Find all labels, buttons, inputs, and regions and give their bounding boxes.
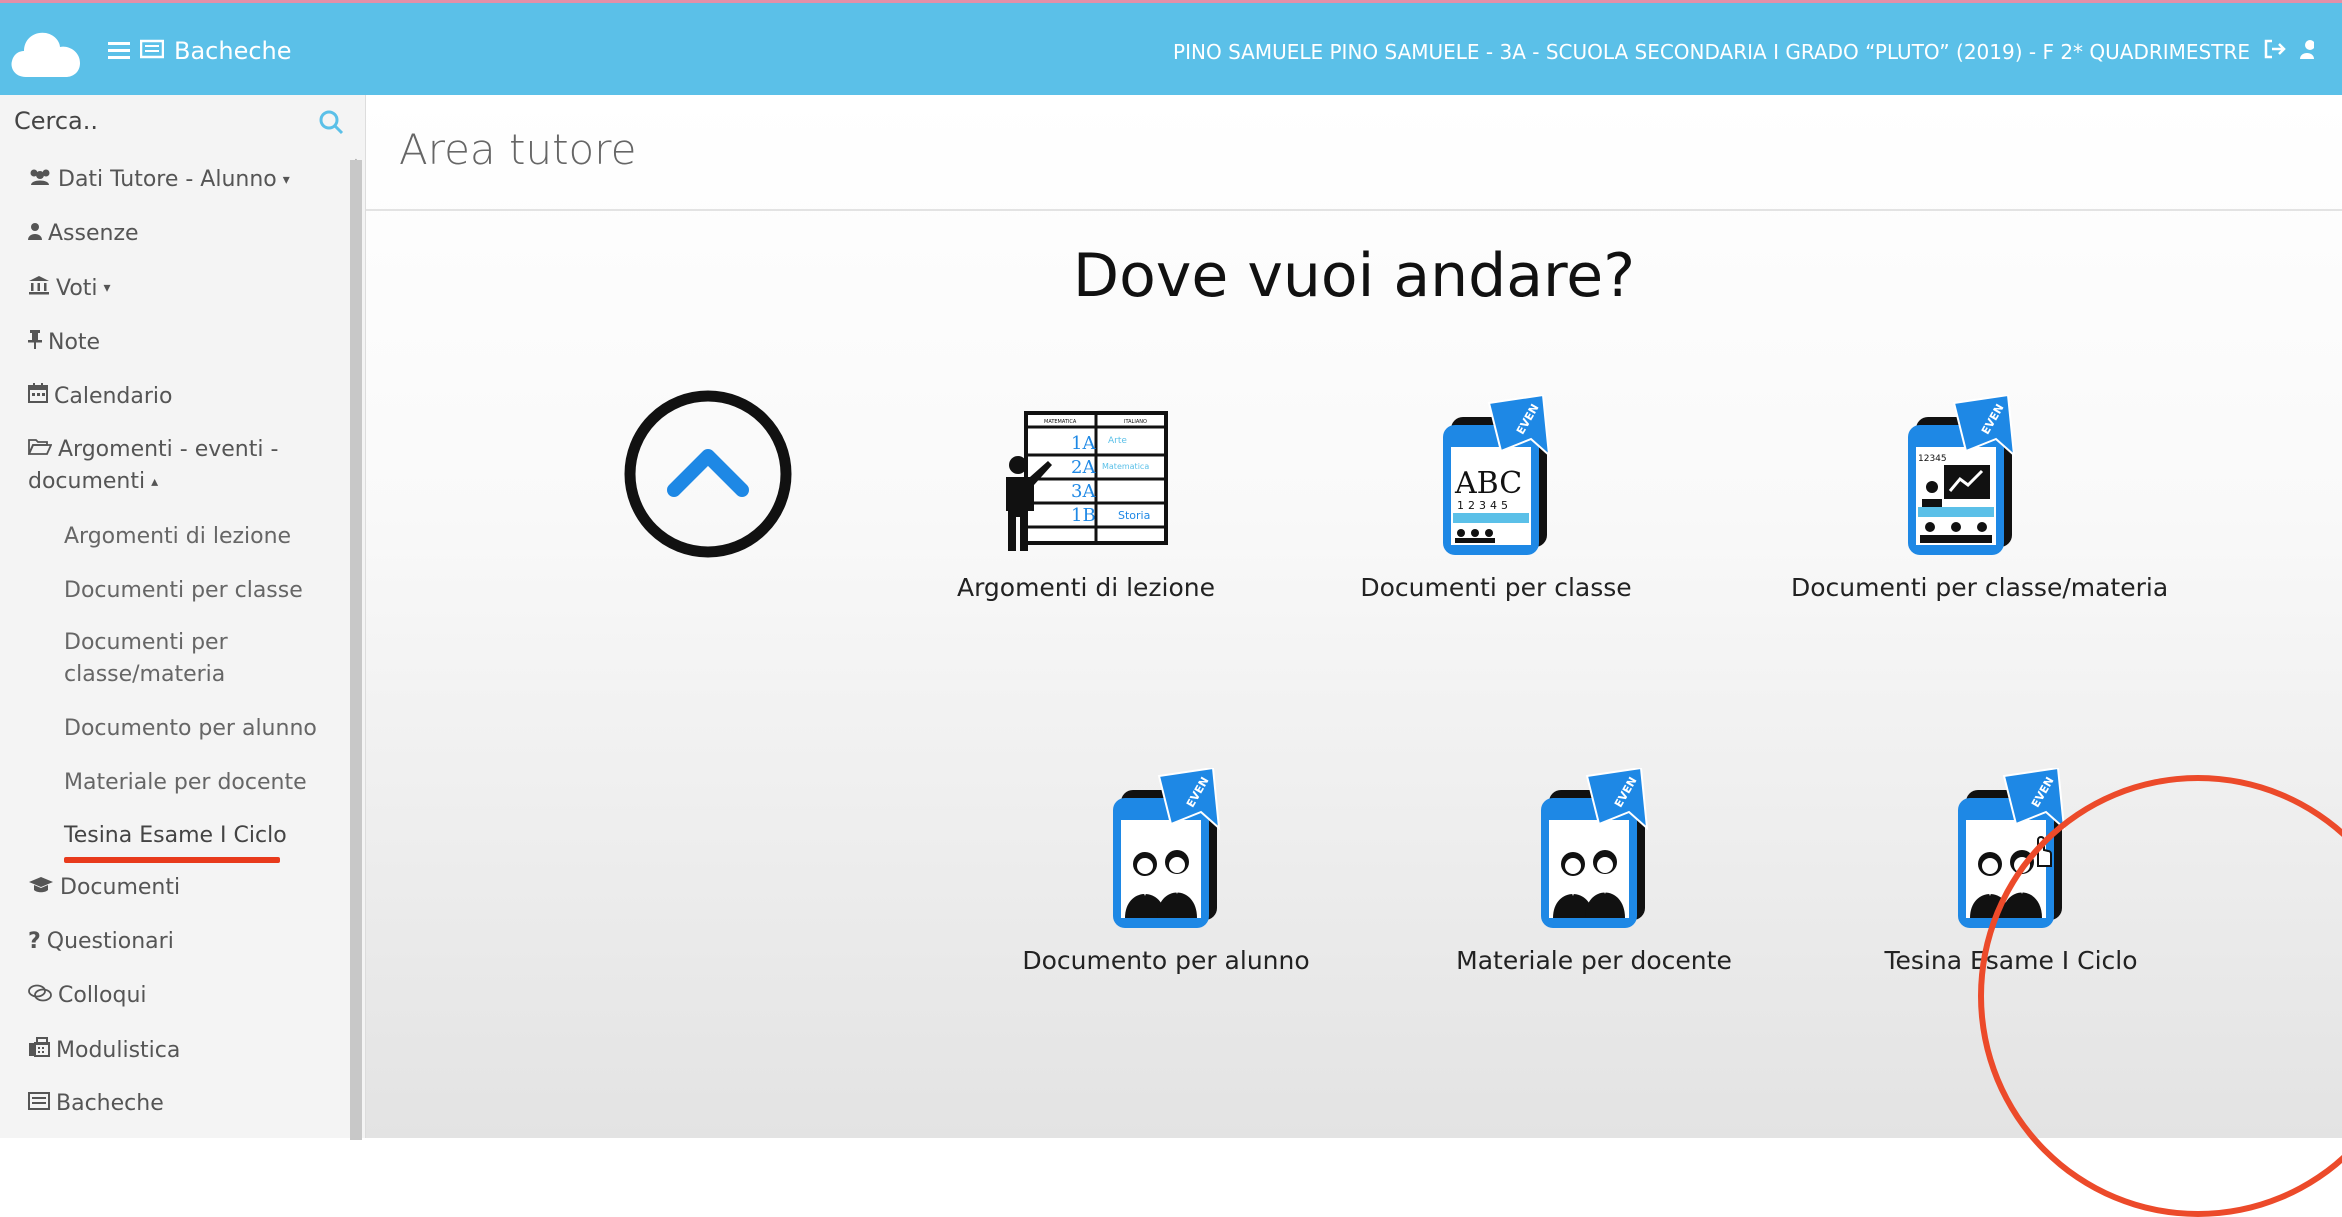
sidebar-item-label: Dati Tutore - Alunno: [58, 167, 277, 192]
sidebar-subitem-documenti-per-classe-materia[interactable]: Documenti per classe/materia: [64, 627, 228, 691]
sidebar-subitem-label: Documenti per: [64, 630, 228, 655]
user-icon: [28, 221, 42, 246]
graduation-cap-icon: [28, 875, 54, 900]
tile-documenti-per-classe[interactable]: EVEN ABC 12345 Documenti per classe: [1326, 393, 1666, 602]
sidebar-item-argomenti-eventi[interactable]: Argomenti - eventi -: [27, 437, 279, 462]
sidebar-item-documenti[interactable]: Documenti: [28, 875, 180, 900]
sidebar-item-label: Questionari: [46, 929, 174, 954]
board-icon: [28, 1091, 50, 1116]
bacheche-menu-button[interactable]: Bacheche: [108, 37, 292, 65]
sidebar-item-label: Bacheche: [56, 1091, 164, 1116]
user-icon[interactable]: [2300, 39, 2315, 64]
sidebar-item-label: Colloqui: [58, 983, 147, 1008]
tile-label: Documento per alunno: [1022, 946, 1310, 975]
users-icon: [28, 167, 52, 192]
sidebar-item-argomenti-eventi-line2[interactable]: documenti ▴: [28, 469, 158, 494]
logout-icon[interactable]: [2264, 39, 2286, 64]
page-title: Area tutore: [399, 125, 637, 174]
tile-argomenti-di-lezione[interactable]: MATEMATICA ITALIANO 1A 2A 3A 1B Arte Mat…: [916, 405, 1256, 602]
sidebar-item-bacheche[interactable]: Bacheche: [28, 1091, 164, 1116]
sidebar-subitem-documenti-per-classe[interactable]: Documenti per classe: [64, 575, 303, 607]
nav-label: Bacheche: [174, 37, 292, 65]
fax-icon: [28, 1037, 50, 1063]
sidebar-subitem-materiale-per-docente[interactable]: Materiale per docente: [64, 767, 307, 799]
sidebar: Cerca.. ▲ Dati Tutore - Alunno ▾ Assenze…: [0, 95, 366, 1140]
sidebar-item-label: Voti: [56, 275, 98, 301]
sidebar-item-note[interactable]: Note: [28, 329, 100, 355]
board-cell-text: Matematica: [1102, 462, 1149, 471]
sidebar-item-assenze[interactable]: Assenze: [28, 221, 139, 246]
chevron-up-circle-icon: [624, 390, 792, 558]
board-row-label: 1A: [1071, 433, 1096, 454]
sidebar-subitem-tesina-esame[interactable]: Tesina Esame I Ciclo: [64, 820, 287, 852]
tile-documenti-per-classe-materia[interactable]: EVEN 12345 Documenti per classe/materia: [1791, 393, 2169, 602]
question-icon: ?: [28, 929, 41, 954]
cloud-logo-icon[interactable]: [10, 23, 82, 83]
board-row-label: 1B: [1071, 505, 1096, 526]
board-row-label: 3A: [1071, 481, 1096, 502]
search-field[interactable]: Cerca..: [14, 107, 354, 143]
tablet-students-icon: EVEN: [1541, 766, 1649, 928]
tile-label: Documenti per classe/materia: [1791, 573, 2169, 602]
tile-label: Materiale per docente: [1456, 946, 1732, 975]
blackboard-teacher-icon: MATEMATICA ITALIANO 1A 2A 3A 1B Arte Mat…: [1006, 411, 1168, 551]
comments-icon: [28, 983, 52, 1008]
abc-text: ABC: [1454, 466, 1522, 501]
hamburger-icon: [108, 37, 130, 65]
pin-icon: [28, 329, 42, 355]
main-content: Area tutore Dove vuoi andare? MATEMATICA…: [366, 95, 2342, 1217]
search-icon[interactable]: [318, 109, 344, 141]
user-text: PINO SAMUELE PINO SAMUELE - 3A - SCUOLA …: [1173, 39, 2250, 64]
numbers-text: 12345: [1457, 499, 1512, 512]
annotation-underline: [64, 857, 280, 863]
user-info: PINO SAMUELE PINO SAMUELE - 3A - SCUOLA …: [1173, 39, 2315, 64]
sidebar-item-calendario[interactable]: Calendario: [28, 383, 173, 409]
divider: [366, 209, 2342, 211]
main-heading: Dove vuoi andare?: [1072, 241, 1636, 311]
tile-label: Documenti per classe: [1360, 573, 1632, 602]
sidebar-item-dati-tutore[interactable]: Dati Tutore - Alunno ▾: [28, 167, 290, 192]
tile-materiale-per-docente[interactable]: EVEN Materiale per docente: [1424, 766, 1764, 975]
sidebar-subitem-label-line2: classe/materia: [64, 662, 226, 687]
board-icon: [139, 37, 165, 65]
sidebar-item-label: Assenze: [48, 221, 139, 246]
folder-open-icon: [27, 437, 53, 462]
calendar-icon: [28, 383, 48, 409]
sidebar-item-label: Note: [48, 329, 101, 355]
caret-down-icon: ▾: [103, 280, 111, 296]
sidebar-item-colloqui[interactable]: Colloqui: [28, 983, 147, 1008]
caret-up-icon: ▴: [151, 473, 159, 490]
tablet-abc-icon: EVEN ABC 12345: [1443, 393, 1551, 555]
tile-documento-per-alunno[interactable]: EVEN Documento per alunno: [996, 766, 1336, 975]
sidebar-item-label: Argomenti - eventi -: [58, 437, 279, 462]
tablet-class-icon: EVEN 12345: [1908, 393, 2016, 555]
sidebar-item-label: Calendario: [54, 383, 173, 409]
sidebar-item-label: Modulistica: [56, 1037, 181, 1063]
board-col-label: ITALIANO: [1124, 419, 1147, 425]
sidebar-item-label: Documenti: [60, 875, 181, 900]
scrollbar[interactable]: [350, 160, 362, 1140]
back-up-button[interactable]: [624, 390, 792, 558]
search-input[interactable]: Cerca..: [14, 107, 98, 135]
board-row-label: 2A: [1071, 457, 1096, 478]
sidebar-subitem-argomenti-di-lezione[interactable]: Argomenti di lezione: [64, 521, 291, 553]
caret-down-icon: ▾: [282, 171, 290, 188]
board-cell-text: Arte: [1108, 436, 1127, 446]
board-col-label: MATEMATICA: [1044, 419, 1077, 425]
board-cell-text: Storia: [1118, 509, 1150, 522]
tablet-students-icon: EVEN: [1113, 766, 1221, 928]
sidebar-item-modulistica[interactable]: Modulistica: [28, 1037, 180, 1063]
bank-icon: [28, 275, 50, 301]
numbers-text: 12345: [1918, 454, 1947, 464]
sidebar-item-questionari[interactable]: ? Questionari: [28, 929, 174, 954]
tile-label: Argomenti di lezione: [956, 573, 1216, 602]
sidebar-item-voti[interactable]: Voti ▾: [28, 275, 111, 301]
top-navbar: Bacheche PINO SAMUELE PINO SAMUELE - 3A …: [0, 0, 2342, 95]
sidebar-item-label: documenti: [28, 469, 146, 494]
sidebar-subitem-documento-per-alunno[interactable]: Documento per alunno: [64, 713, 317, 745]
